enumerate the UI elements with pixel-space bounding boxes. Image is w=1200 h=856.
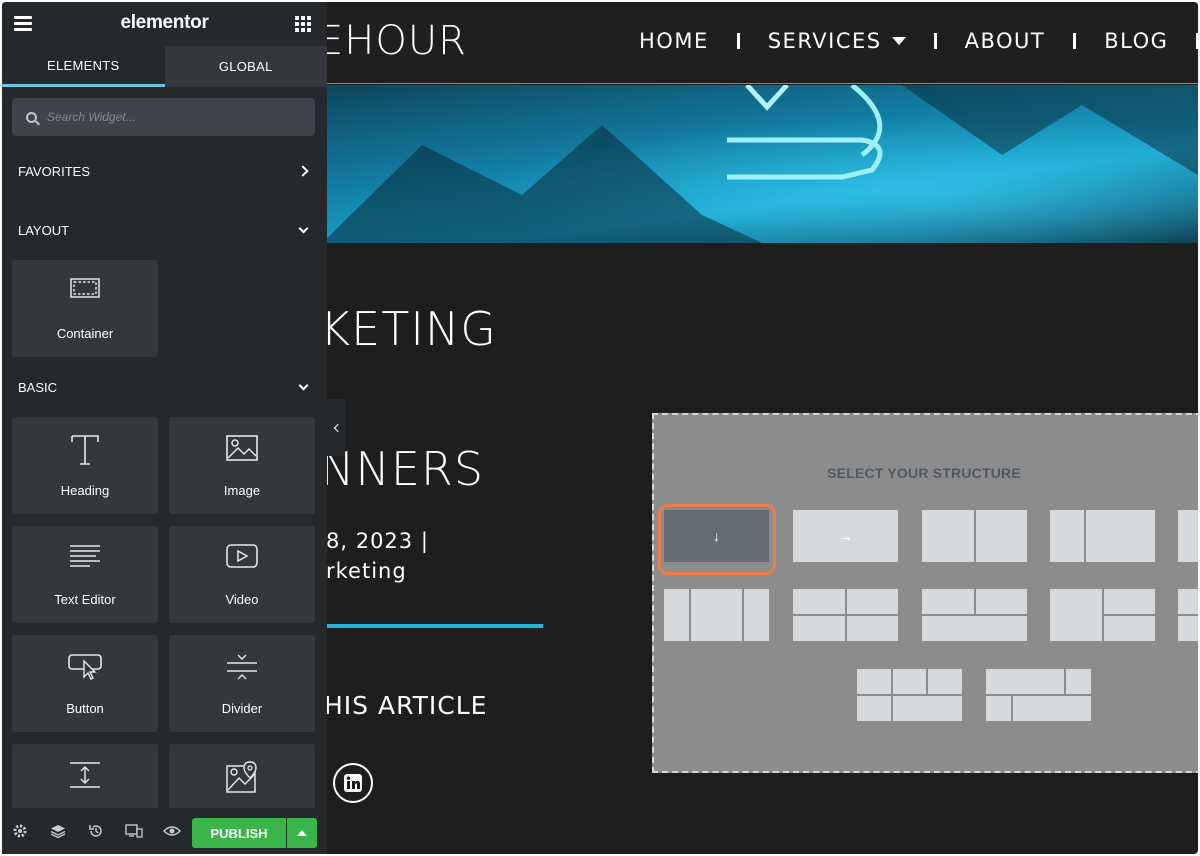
preset-third-two-thirds[interactable]: [1050, 510, 1155, 562]
widget-image[interactable]: Image: [169, 417, 315, 514]
nav-separator: [1196, 33, 1198, 49]
nav-item-label: SERVICES: [767, 29, 882, 53]
section-favorites[interactable]: FAVORITES: [2, 159, 327, 183]
preset-partial-2[interactable]: [1178, 589, 1198, 641]
post-category[interactable]: rketing: [326, 559, 407, 583]
section-label: FAVORITES: [18, 163, 90, 179]
arrow-down-icon: ↓: [713, 528, 720, 544]
widget-divider[interactable]: Divider: [169, 635, 315, 732]
widget-video[interactable]: Video: [169, 526, 315, 623]
text-editor-icon: [12, 542, 158, 570]
preset-partial[interactable]: [1178, 510, 1198, 562]
nav-item-label: ABOUT: [964, 29, 1046, 53]
image-icon: [169, 433, 315, 463]
nav-item-home[interactable]: HOME: [639, 29, 709, 53]
divider-icon: [169, 651, 315, 683]
widget-label: Heading: [60, 483, 110, 498]
arrow-right-icon: →: [838, 528, 853, 544]
nav-item-label: BLOG: [1104, 29, 1169, 53]
preset-grid-mixed[interactable]: [986, 669, 1091, 721]
publish-options-button[interactable]: [287, 818, 317, 848]
chevron-right-icon: [297, 165, 309, 177]
nav-item-about[interactable]: ABOUT: [965, 29, 1046, 53]
settings-icon[interactable]: [10, 822, 30, 840]
heading-icon: [12, 433, 158, 467]
tab-global[interactable]: GLOBAL: [164, 46, 327, 87]
structure-picker: SELECT YOUR STRUCTURE ↓ →: [652, 413, 1198, 773]
linkedin-share-button[interactable]: [333, 763, 373, 803]
caret-down-icon: [891, 37, 906, 45]
site-nav: HOME SERVICES ABOUT BLOG: [639, 26, 1198, 56]
widget-label: Video: [225, 592, 259, 607]
chevron-down-icon: [298, 223, 309, 233]
responsive-mode-icon[interactable]: [124, 822, 144, 840]
search-icon: [26, 111, 37, 123]
caret-up-icon: [297, 830, 307, 836]
section-layout[interactable]: LAYOUT: [2, 218, 327, 242]
container-icon: [12, 276, 158, 300]
tab-elements[interactable]: ELEMENTS: [2, 46, 165, 87]
button-icon: [12, 651, 158, 681]
panel-collapse-toggle[interactable]: [327, 399, 345, 456]
nav-separator: [933, 33, 937, 49]
preset-three-columns[interactable]: [664, 589, 769, 641]
video-icon: [169, 542, 315, 570]
widget-container[interactable]: Container: [12, 260, 158, 357]
history-icon[interactable]: [86, 822, 106, 840]
widget-label: Image: [223, 483, 261, 498]
preset-grid-3x2[interactable]: [857, 669, 962, 721]
nav-separator: [736, 33, 740, 49]
section-label: LAYOUT: [18, 222, 70, 238]
accent-divider: [320, 624, 543, 628]
publish-button[interactable]: PUBLISH: [192, 818, 286, 848]
chevron-left-icon: [333, 423, 342, 432]
widget-heading[interactable]: Heading: [12, 417, 158, 514]
preset-two-columns[interactable]: [922, 510, 1027, 562]
widget-button[interactable]: Button: [12, 635, 158, 732]
panel-tabs: ELEMENTS GLOBAL: [2, 46, 327, 87]
chevron-down-icon: [298, 380, 309, 390]
post-title-line-1: KETING: [320, 302, 497, 356]
post-date: 8, 2023 |: [326, 529, 429, 553]
widget-label: Container: [56, 326, 114, 341]
spacer-icon: [12, 760, 158, 790]
preset-grid-2x2[interactable]: [793, 589, 898, 641]
widget-label: Button: [66, 701, 104, 716]
share-heading: HIS ARTICLE: [324, 691, 488, 720]
google-maps-icon: [169, 760, 315, 794]
preset-one-plus-two[interactable]: [1050, 589, 1155, 641]
linkedin-icon: [344, 774, 362, 792]
section-basic[interactable]: BASIC: [2, 375, 327, 399]
widget-label: Text Editor: [54, 592, 116, 607]
nav-item-blog[interactable]: BLOG: [1104, 29, 1168, 53]
preset-two-plus-one[interactable]: [922, 589, 1027, 641]
widget-label: Divider: [221, 701, 263, 716]
preset-flex-column[interactable]: ↓: [664, 510, 769, 562]
widget-text-editor[interactable]: Text Editor: [12, 526, 158, 623]
search-widget-input[interactable]: [47, 110, 297, 124]
preset-flex-row[interactable]: →: [793, 510, 898, 562]
elementor-panel: elementor ELEMENTS GLOBAL FAVORITES LAYO…: [2, 2, 327, 854]
elementor-logo: elementor: [120, 12, 209, 33]
structure-picker-title: SELECT YOUR STRUCTURE: [827, 465, 1021, 481]
preview-eye-icon[interactable]: [162, 822, 182, 840]
panel-footer: PUBLISH: [2, 808, 327, 854]
nav-item-label: HOME: [639, 29, 709, 53]
section-label: BASIC: [18, 379, 58, 395]
search-box: [12, 98, 315, 136]
widgets-grid-icon[interactable]: [295, 16, 311, 32]
nav-separator: [1073, 33, 1077, 49]
site-logo[interactable]: EHOUR: [318, 18, 467, 64]
panel-header: elementor: [2, 2, 327, 46]
nav-item-services[interactable]: SERVICES: [768, 29, 906, 53]
navigator-layers-icon[interactable]: [48, 822, 68, 840]
